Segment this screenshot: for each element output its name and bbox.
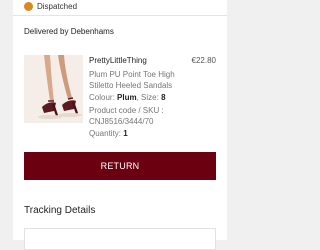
colour-value: Plum [117, 93, 137, 102]
tracking-details-panel [24, 228, 216, 250]
sku-value: CNJ8516/3444/70 [89, 117, 154, 126]
product-colour-size: Colour: Plum, Size: 8 [89, 93, 166, 102]
delivered-by: Delivered by Debenhams [24, 27, 114, 36]
size-label: Size: [141, 93, 159, 102]
product-image[interactable] [24, 55, 83, 123]
product-quantity: Quantity: 1 [89, 129, 128, 139]
tracking-details-heading: Tracking Details [24, 205, 96, 216]
quantity-label: Quantity: [89, 129, 122, 138]
product-price: €22.80 [191, 56, 216, 65]
status-dot-icon [24, 2, 33, 11]
size-value: 8 [161, 93, 166, 102]
quantity-value: 1 [123, 129, 128, 138]
product-brand: PrettyLittleThing [89, 56, 147, 65]
sandals-icon [24, 55, 83, 123]
product-name[interactable]: Plum PU Point Toe High Stiletto Heeled S… [89, 69, 199, 91]
order-item-card: Dispatched Delivered by Debenhams Pretty… [13, 0, 227, 250]
return-button[interactable]: RETURN [24, 152, 216, 180]
status-text: Dispatched [37, 2, 78, 11]
colour-label: Colour: [89, 93, 115, 102]
divider [13, 15, 227, 16]
sku-label: Product code / SKU : [89, 106, 164, 115]
order-status: Dispatched [13, 0, 227, 15]
